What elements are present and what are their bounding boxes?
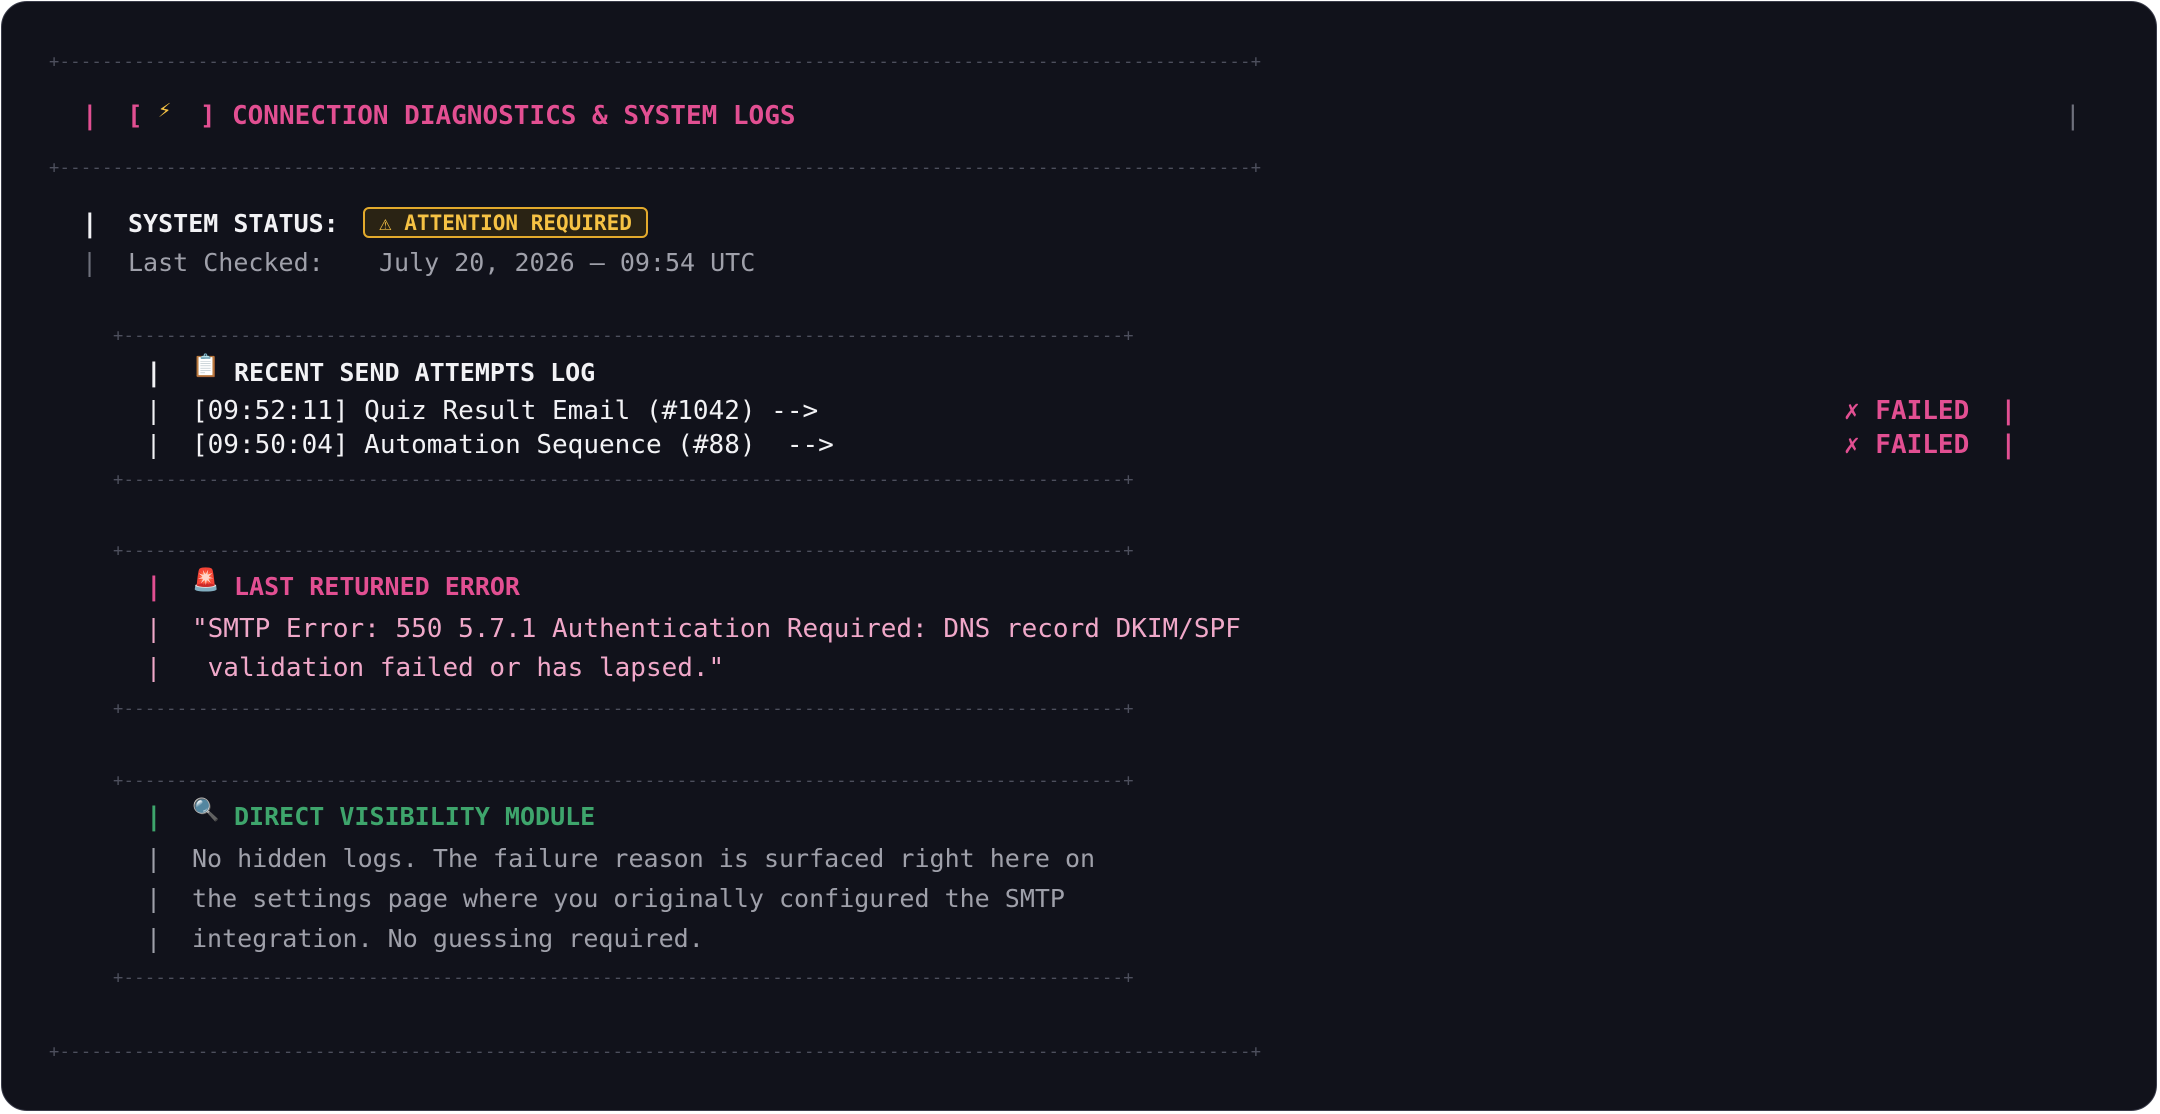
error-line-pipe: | bbox=[146, 653, 162, 682]
log-entry-pipe: | bbox=[146, 430, 162, 459]
status-badge: ⚠ ATTENTION REQUIRED bbox=[363, 207, 648, 238]
header-bracket-open: [ bbox=[127, 101, 143, 131]
log-entry: [09:52:11] Quiz Result Email (#1042) --> bbox=[192, 396, 819, 426]
header-top-border: +---------------------------------------… bbox=[49, 52, 1262, 72]
visibility-line-pipe: | bbox=[146, 884, 162, 913]
visibility-text-line: No hidden logs. The failure reason is su… bbox=[192, 844, 1096, 873]
send-log-bottom-border: +---------------------------------------… bbox=[113, 470, 1134, 490]
diagnostics-panel: +---------------------------------------… bbox=[1, 1, 2157, 1111]
log-entry: [09:50:04] Automation Sequence (#88) --> bbox=[192, 430, 834, 460]
last-checked-label: Last Checked: bbox=[128, 248, 324, 277]
status-pipe: | bbox=[82, 209, 98, 239]
siren-icon: 🚨 bbox=[192, 568, 220, 593]
error-message-line: validation failed or has lapsed." bbox=[192, 653, 725, 683]
header-right-pipe: | bbox=[2065, 101, 2081, 131]
checked-pipe: | bbox=[82, 248, 98, 277]
lightning-icon: ⚡ bbox=[158, 98, 172, 123]
visibility-bottom-border: +---------------------------------------… bbox=[113, 968, 1134, 988]
error-title: LAST RETURNED ERROR bbox=[234, 572, 520, 601]
error-top-border: +---------------------------------------… bbox=[113, 541, 1134, 561]
system-status-label: SYSTEM STATUS: bbox=[128, 209, 339, 238]
magnifier-icon: 🔍 bbox=[192, 798, 220, 823]
last-checked-value: July 20, 2026 – 09:54 UTC bbox=[379, 248, 756, 277]
send-log-title: RECENT SEND ATTEMPTS LOG bbox=[234, 358, 596, 387]
error-message-line: "SMTP Error: 550 5.7.1 Authentication Re… bbox=[192, 614, 1241, 644]
failed-status: ✗ FAILED | bbox=[1844, 430, 2017, 460]
visibility-pipe: | bbox=[146, 802, 162, 832]
error-bottom-border: +---------------------------------------… bbox=[113, 699, 1134, 719]
page-title: CONNECTION DIAGNOSTICS & SYSTEM LOGS bbox=[232, 101, 796, 131]
visibility-top-border: +---------------------------------------… bbox=[113, 771, 1134, 791]
send-log-top-border: +---------------------------------------… bbox=[113, 326, 1134, 346]
visibility-text-line: the settings page where you originally c… bbox=[192, 884, 1065, 913]
log-entry-pipe: | bbox=[146, 396, 162, 425]
visibility-text-line: integration. No guessing required. bbox=[192, 924, 704, 953]
header-bottom-border: +---------------------------------------… bbox=[49, 158, 1262, 178]
footer-border: +---------------------------------------… bbox=[49, 1042, 1262, 1062]
visibility-line-pipe: | bbox=[146, 924, 162, 953]
error-line-pipe: | bbox=[146, 614, 162, 643]
header-bracket-close: ] bbox=[200, 101, 216, 131]
visibility-title: DIRECT VISIBILITY MODULE bbox=[234, 802, 596, 831]
header-left-pipe: | bbox=[82, 101, 98, 131]
error-pipe: | bbox=[146, 572, 162, 602]
visibility-line-pipe: | bbox=[146, 844, 162, 873]
send-log-pipe: | bbox=[146, 358, 162, 388]
failed-status: ✗ FAILED | bbox=[1844, 396, 2017, 426]
clipboard-icon: 📋 bbox=[192, 354, 220, 379]
